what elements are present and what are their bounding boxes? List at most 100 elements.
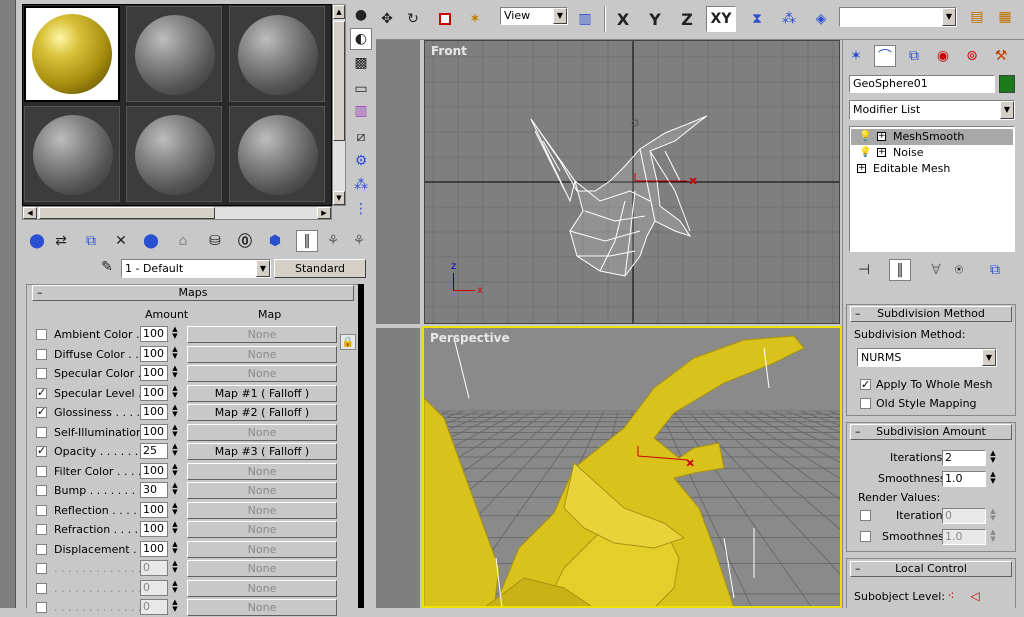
map-amount-field[interactable]: 100	[140, 384, 168, 401]
array-icon[interactable]: ⁂	[778, 8, 800, 30]
video-color-check-icon[interactable]: ▥	[350, 100, 372, 122]
backlight-icon[interactable]: ◐	[350, 28, 372, 50]
map-slot-button[interactable]: None	[187, 345, 337, 363]
slot-horizontal-scrollbar[interactable]: ◀ ▶	[22, 206, 332, 220]
front-viewport[interactable]: × Front z x	[424, 40, 840, 324]
motion-tab-icon[interactable]: ◉	[932, 45, 954, 67]
subdivision-amount-header[interactable]: – Subdivision Amount	[850, 424, 1012, 440]
create-tab-icon[interactable]: ✶	[845, 45, 867, 67]
map-slot-button[interactable]: None	[187, 540, 337, 558]
display-tab-icon[interactable]: ⊚	[961, 45, 983, 67]
material-effects-channel-icon[interactable]: ⛁	[204, 230, 226, 252]
options-icon[interactable]: ⚙	[350, 150, 372, 172]
vertex-subobject-icon[interactable]: ⁖	[940, 585, 962, 607]
viewport-bottom-left[interactable]	[376, 328, 420, 608]
map-amount-spinner[interactable]: ▲ ▼	[170, 326, 180, 342]
map-amount-spinner[interactable]: ▲ ▼	[170, 345, 180, 362]
render-iterations-field[interactable]: 0	[942, 508, 986, 524]
material-type-button[interactable]: Standard	[274, 259, 366, 278]
local-control-header[interactable]: – Local Control	[850, 561, 1012, 577]
map-amount-field[interactable]: 100	[140, 462, 168, 479]
edge-subobject-icon[interactable]: ◁	[964, 585, 986, 607]
map-amount-field[interactable]: 100	[140, 345, 168, 362]
layer-manager-icon[interactable]: ▤	[966, 6, 988, 28]
front-viewport-label[interactable]: Front	[431, 44, 467, 58]
slot-vertical-scrollbar[interactable]: ▲ ▼	[332, 4, 346, 206]
sample-slot-6[interactable]	[229, 106, 325, 202]
expand-icon[interactable]: +	[857, 164, 866, 173]
go-to-parent-icon[interactable]: ‖	[296, 230, 318, 252]
map-amount-field[interactable]: 0	[140, 579, 168, 596]
modify-tab-icon[interactable]: ⌒	[874, 45, 896, 67]
map-amount-field[interactable]: 25	[140, 443, 168, 459]
scroll-thumb[interactable]	[333, 21, 345, 141]
map-enable-checkbox[interactable]	[36, 405, 47, 418]
viewport-top-left[interactable]	[376, 40, 420, 324]
axis-x-button[interactable]: X	[612, 8, 634, 30]
map-slot-button[interactable]: None	[187, 579, 337, 597]
apply-whole-mesh-checkbox[interactable]: ✓	[860, 379, 871, 390]
rotate-icon[interactable]: ↻	[402, 8, 424, 30]
sample-slot-4[interactable]	[24, 106, 120, 202]
scroll-thumb[interactable]	[39, 207, 215, 219]
map-amount-spinner[interactable]: ▲ ▼	[170, 423, 180, 440]
expand-icon[interactable]: +	[877, 148, 886, 157]
move-icon[interactable]: ✥	[376, 8, 398, 30]
subdivision-method-header[interactable]: – Subdivision Method	[850, 306, 1012, 322]
map-enable-checkbox[interactable]	[36, 543, 47, 555]
go-forward-to-sibling-icon[interactable]: ⚘	[322, 230, 344, 252]
map-enable-checkbox[interactable]	[36, 485, 47, 496]
map-slot-button[interactable]: None	[187, 482, 337, 499]
background-icon[interactable]: ▩	[350, 52, 372, 74]
map-amount-spinner[interactable]: ▲ ▼	[170, 404, 180, 420]
make-unique-modifier-icon[interactable]: ∀	[925, 259, 947, 281]
map-amount-spinner[interactable]: ▲ ▼	[170, 443, 180, 459]
put-to-scene-icon[interactable]: ⇄	[50, 230, 72, 252]
assign-to-selection-icon[interactable]: ⧉	[80, 230, 102, 252]
map-enable-checkbox[interactable]	[36, 524, 47, 535]
sample-type-icon[interactable]: ●	[350, 4, 372, 26]
perspective-viewport[interactable]: × Perspective	[422, 326, 842, 608]
pin-stack-icon[interactable]: ⊣	[853, 259, 875, 281]
modifier-stack-item[interactable]: 💡 + MeshSmooth	[851, 129, 1013, 145]
hierarchy-tab-icon[interactable]: ⧉	[903, 45, 925, 67]
show-end-result-toggle-icon[interactable]: ‖	[889, 259, 911, 281]
map-amount-spinner[interactable]: ▲ ▼	[170, 365, 180, 381]
map-enable-checkbox[interactable]	[36, 582, 47, 594]
select-manipulate-icon[interactable]: ✶	[464, 8, 486, 30]
perspective-viewport-label[interactable]: Perspective	[430, 331, 510, 345]
map-amount-field[interactable]: 100	[140, 326, 168, 342]
show-end-result-icon[interactable]: ⬢	[264, 230, 286, 252]
render-smoothness-checkbox[interactable]	[860, 531, 871, 542]
map-amount-spinner[interactable]: ▲ ▼	[170, 599, 180, 615]
map-amount-spinner[interactable]: ▲ ▼	[170, 540, 180, 557]
pivot-center-icon[interactable]: ▥	[574, 8, 596, 30]
sample-uv-icon[interactable]: ▭	[350, 78, 372, 100]
map-amount-spinner[interactable]: ▲ ▼	[170, 462, 180, 479]
map-amount-field[interactable]: 0	[140, 560, 168, 576]
axis-z-button[interactable]: Z	[676, 8, 698, 30]
reset-map-icon[interactable]: ✕	[110, 230, 132, 252]
map-slot-button[interactable]: None	[187, 462, 337, 480]
scroll-down-icon[interactable]: ▼	[333, 191, 345, 205]
pick-material-icon[interactable]: ✎	[96, 256, 118, 278]
map-amount-field[interactable]: 100	[140, 404, 168, 420]
scroll-up-icon[interactable]: ▲	[333, 5, 345, 19]
smoothness-field[interactable]: 1.0	[942, 471, 986, 487]
render-iterations-spinner[interactable]: ▲ ▼	[988, 508, 998, 524]
show-map-in-viewport-icon[interactable]: ⓪	[234, 230, 256, 252]
material-name-dropdown[interactable]: 1 - Default ▼	[121, 259, 271, 278]
map-amount-spinner[interactable]: ▲ ▼	[170, 579, 180, 596]
sample-slot-2[interactable]	[126, 6, 222, 102]
material-navigator-icon[interactable]: ⋮	[350, 198, 372, 220]
axis-y-button[interactable]: Y	[644, 8, 666, 30]
make-unique-icon[interactable]: ⬤	[140, 230, 162, 252]
copy-material-icon[interactable]: ⚘	[348, 230, 370, 252]
object-name-field[interactable]: GeoSphere01	[849, 75, 995, 93]
render-iterations-checkbox[interactable]	[860, 510, 871, 521]
map-enable-checkbox[interactable]	[36, 444, 47, 457]
map-slot-button[interactable]: Map #2 ( Falloff )	[187, 404, 337, 421]
lightbulb-icon[interactable]: 💡	[859, 129, 871, 145]
utilities-tab-icon[interactable]: ⚒	[990, 45, 1012, 67]
scale-icon[interactable]	[434, 8, 456, 30]
